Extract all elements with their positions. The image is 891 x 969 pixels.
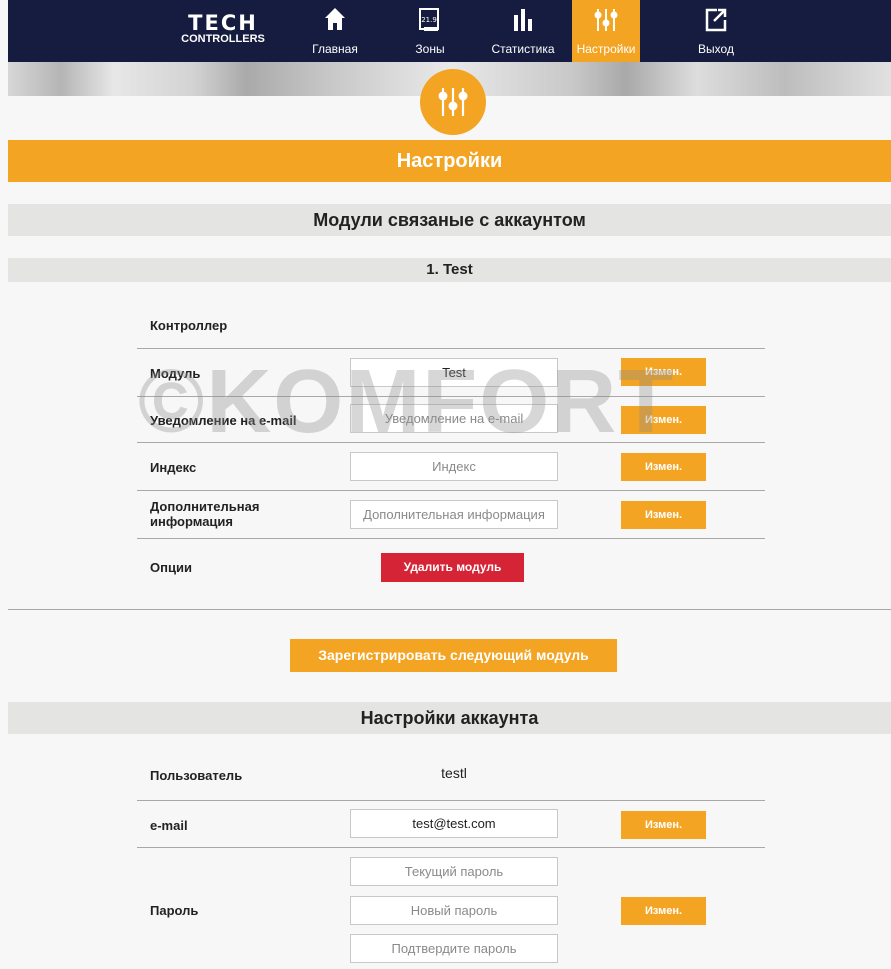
divider bbox=[137, 538, 765, 539]
user-label: Пользователь bbox=[150, 768, 243, 783]
logo-text-bottom: CONTROLLERS bbox=[181, 33, 265, 45]
delete-module-button[interactable]: Удалить модуль bbox=[381, 553, 524, 582]
module-header: 1. Test bbox=[8, 258, 891, 282]
email-change-button[interactable]: Измен. bbox=[621, 811, 706, 839]
email-label: e-mail bbox=[150, 818, 188, 833]
nav-home[interactable]: Главная bbox=[304, 0, 366, 62]
nav-exit-label: Выход bbox=[698, 42, 734, 56]
controller-label: Контроллер bbox=[150, 318, 228, 333]
logo-text-top: TECH bbox=[188, 11, 258, 35]
settings-circle-icon bbox=[420, 69, 486, 135]
nav-settings-label: Настройки bbox=[576, 42, 636, 56]
home-icon bbox=[304, 7, 366, 33]
new-password-input[interactable]: Новый пароль bbox=[350, 896, 558, 925]
divider bbox=[137, 847, 765, 848]
password-label: Пароль bbox=[150, 903, 199, 918]
zones-icon: 21.9 bbox=[400, 7, 460, 33]
current-password-input[interactable]: Текущий пароль bbox=[350, 857, 558, 886]
zones-icon-text: 21.9 bbox=[421, 16, 437, 24]
additional-info-input[interactable]: Дополнительная информация bbox=[350, 500, 558, 529]
nav-zones[interactable]: 21.9 Зоны bbox=[400, 0, 460, 62]
divider bbox=[137, 490, 765, 491]
options-label: Опции bbox=[150, 560, 192, 575]
section-divider bbox=[8, 609, 891, 610]
exit-icon bbox=[684, 7, 748, 33]
page-title: Настройки bbox=[8, 140, 891, 182]
nav-home-label: Главная bbox=[312, 42, 358, 56]
additional-info-label: Дополнительная информация bbox=[150, 499, 260, 529]
settings-sliders-icon bbox=[572, 7, 640, 33]
confirm-password-input[interactable]: Подтвердите пароль bbox=[350, 934, 558, 963]
account-section-title: Настройки аккаунта bbox=[8, 702, 891, 734]
user-value: testl bbox=[441, 765, 467, 781]
register-next-module-button[interactable]: Зарегистрировать следующий модуль bbox=[290, 639, 617, 672]
divider bbox=[137, 800, 765, 801]
nav-statistics-label: Статистика bbox=[491, 42, 555, 56]
nav-zones-label: Зоны bbox=[415, 42, 445, 56]
nav-settings[interactable]: Настройки bbox=[572, 0, 640, 62]
index-label: Индекс bbox=[150, 460, 197, 475]
nav-exit[interactable]: Выход bbox=[684, 0, 748, 62]
tech-controllers-logo[interactable]: TECH CONTROLLERS bbox=[178, 11, 268, 46]
password-change-button[interactable]: Измен. bbox=[621, 897, 706, 925]
statistics-icon bbox=[480, 7, 566, 33]
email-input[interactable]: test@test.com bbox=[350, 809, 558, 838]
additional-info-change-button[interactable]: Измен. bbox=[621, 501, 706, 529]
modules-section-title: Модули связаные с аккаунтом bbox=[8, 204, 891, 236]
index-input[interactable]: Индекс bbox=[350, 452, 558, 481]
nav-statistics[interactable]: Статистика bbox=[480, 0, 566, 62]
divider bbox=[137, 348, 765, 349]
index-change-button[interactable]: Измен. bbox=[621, 453, 706, 481]
komfort-watermark: ©KOMFORT bbox=[138, 352, 676, 452]
